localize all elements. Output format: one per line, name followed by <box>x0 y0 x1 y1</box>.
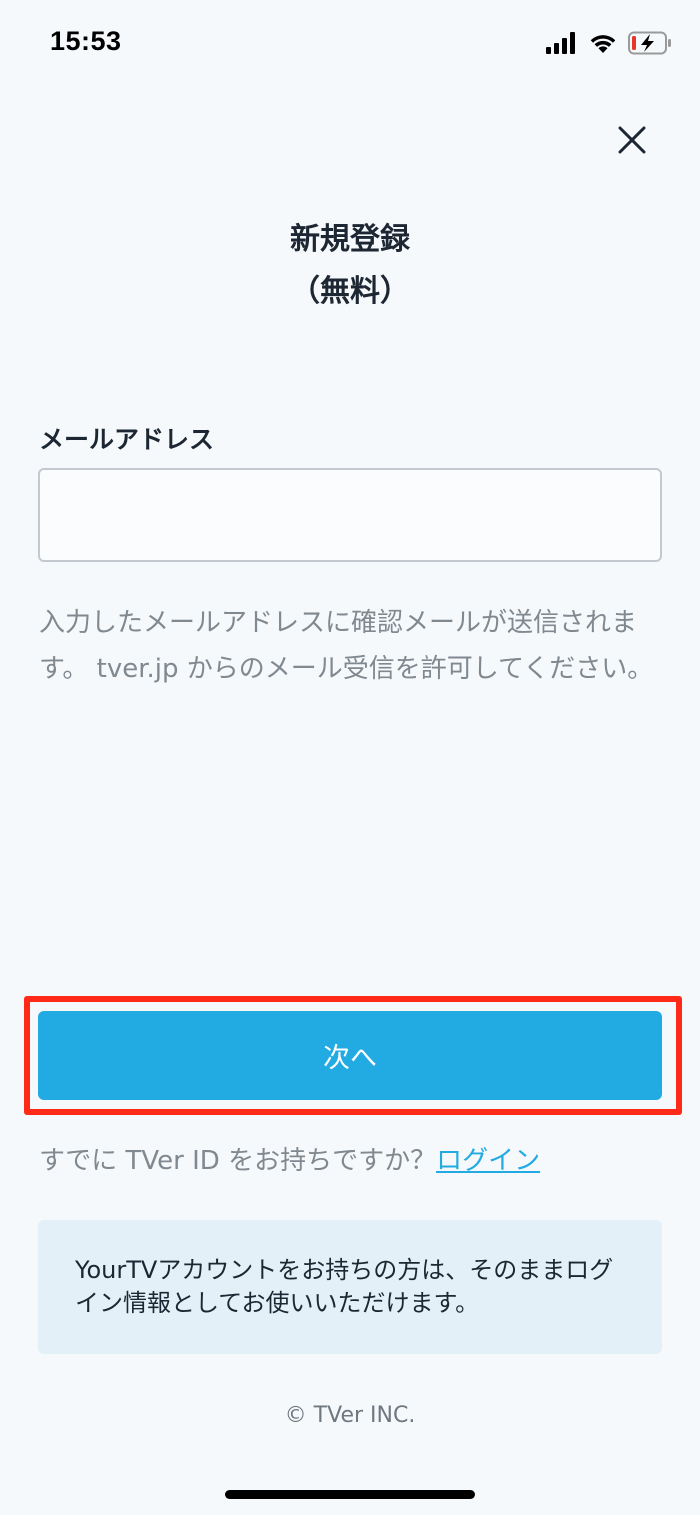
page-title-line1: 新規登録 <box>290 222 410 257</box>
home-indicator[interactable] <box>225 1490 475 1499</box>
page-title-line2: （無料） <box>290 274 410 309</box>
info-box: YourTVアカウントをお持ちの方は、そのままログイン情報としてお使いいただけま… <box>38 1220 662 1354</box>
copyright-text: © TVer INC. <box>284 1403 416 1428</box>
close-icon <box>618 126 646 154</box>
status-icons <box>546 30 672 56</box>
signal-icon <box>546 32 575 54</box>
page-title: 新規登録 （無料） <box>0 214 700 318</box>
status-time: 15:53 <box>50 26 122 56</box>
battery-charging-icon <box>628 31 671 55</box>
wifi-icon <box>590 35 616 53</box>
login-prompt-text: すでに TVer ID をお持ちですか？ <box>39 1146 437 1176</box>
email-hint-text: 入力したメールアドレスに確認メールが送信されます。 tver.jp からのメール… <box>39 608 654 684</box>
close-button[interactable] <box>606 114 658 166</box>
info-text: YourTVアカウントをお持ちの方は、そのままログイン情報としてお使いいただけま… <box>75 1256 614 1317</box>
email-field[interactable] <box>38 468 662 562</box>
login-prompt-line: すでに TVer ID をお持ちですか？ログイン <box>39 1140 540 1177</box>
email-label: メールアドレス <box>39 425 215 454</box>
status-bar: 15:53 <box>0 0 700 90</box>
login-link[interactable]: ログイン <box>436 1146 540 1176</box>
next-button[interactable]: 次へ <box>38 1011 662 1100</box>
